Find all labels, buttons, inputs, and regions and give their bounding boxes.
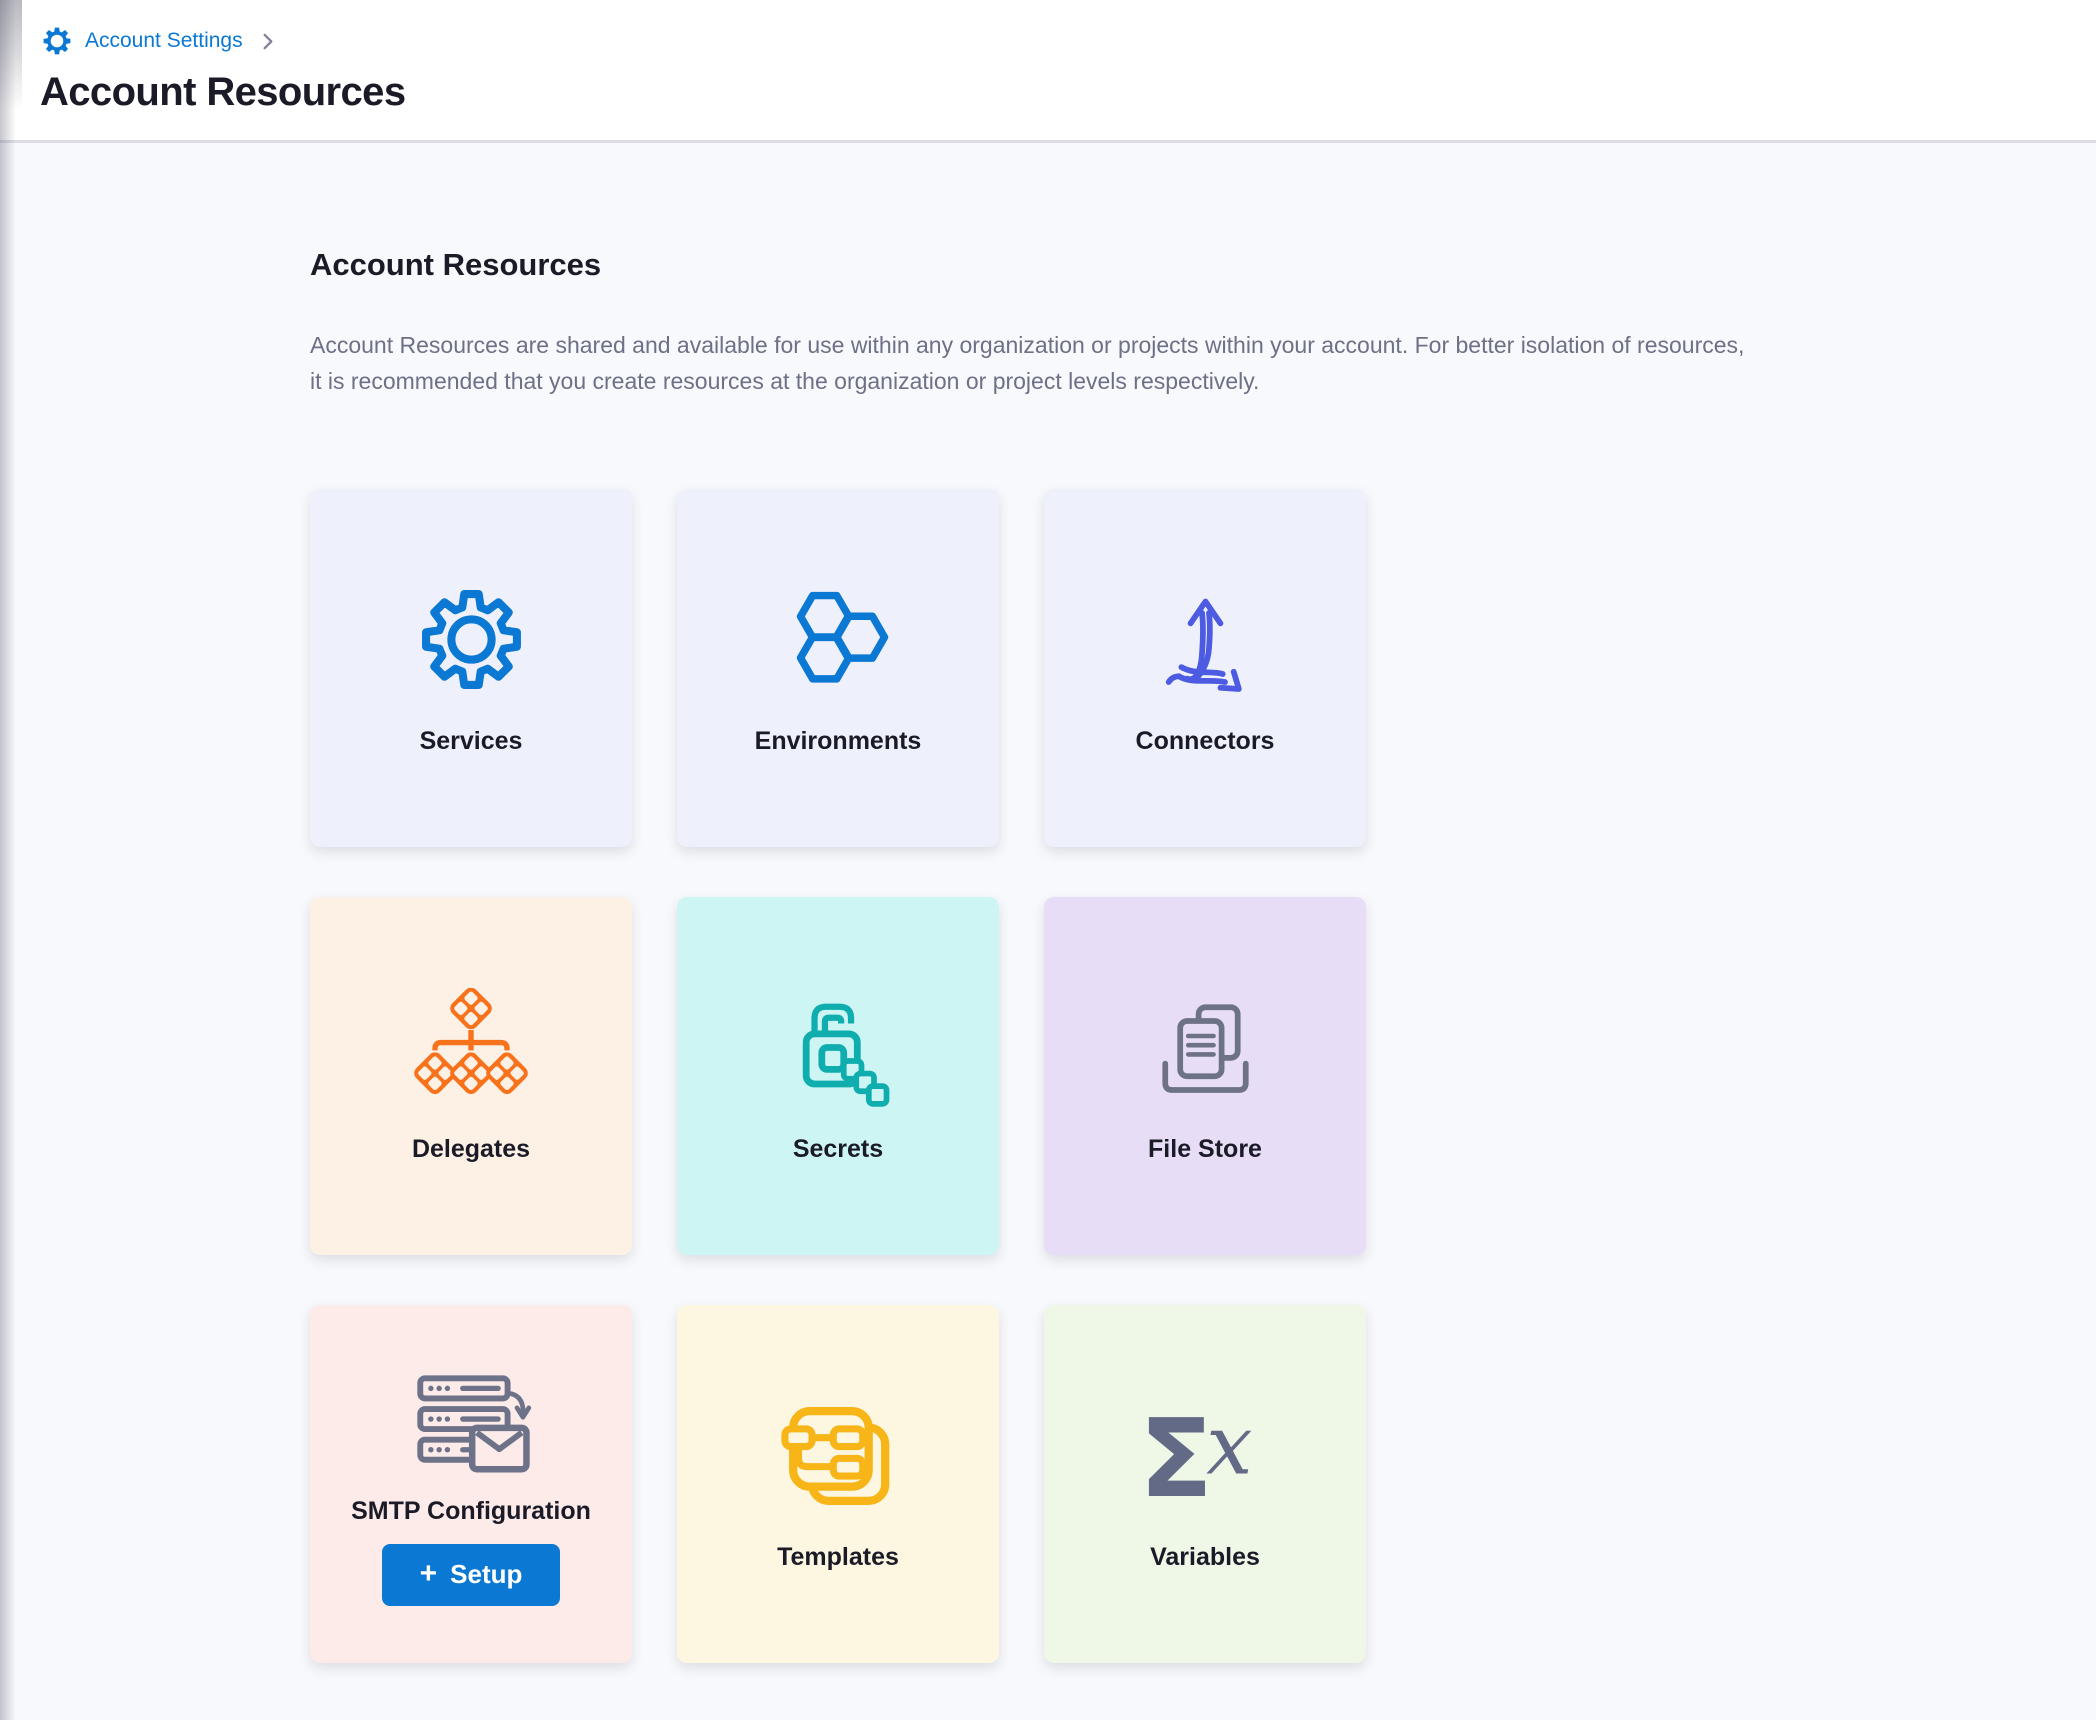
card-templates[interactable]: Templates — [677, 1305, 999, 1663]
delegates-hierarchy-icon — [411, 989, 531, 1107]
breadcrumb-label: Account Settings — [85, 29, 243, 53]
card-label: Variables — [1150, 1543, 1260, 1572]
card-label: Services — [420, 727, 523, 756]
services-gear-icon — [414, 581, 529, 699]
svg-text:x: x — [1206, 1398, 1252, 1493]
card-label: Environments — [755, 727, 922, 756]
card-smtp-configuration[interactable]: SMTP Configuration + Setup — [310, 1305, 632, 1663]
variables-sigma-icon: Σ x — [1132, 1397, 1279, 1515]
card-environments[interactable]: Environments — [677, 489, 999, 847]
templates-pages-icon — [779, 1397, 897, 1515]
svg-text:Σ: Σ — [1139, 1397, 1213, 1515]
card-label: SMTP Configuration — [351, 1497, 591, 1526]
smtp-setup-button[interactable]: + Setup — [382, 1544, 561, 1606]
card-label: File Store — [1148, 1135, 1262, 1164]
section-description: Account Resources are shared and availab… — [310, 327, 1755, 399]
chevron-right-icon — [256, 30, 279, 53]
card-secrets[interactable]: Secrets — [677, 897, 999, 1255]
card-label: Delegates — [412, 1135, 530, 1164]
section-title: Account Resources — [310, 247, 2096, 283]
page-title: Account Resources — [40, 70, 2096, 115]
plus-icon: + — [420, 1559, 438, 1589]
connectors-arrows-icon — [1148, 581, 1263, 699]
breadcrumb: Account Settings — [40, 24, 2096, 58]
resource-card-grid: Services Environments — [310, 489, 2096, 1663]
setup-button-label: Setup — [450, 1559, 522, 1590]
card-connectors[interactable]: Connectors — [1044, 489, 1366, 847]
card-label: Secrets — [793, 1135, 883, 1164]
environments-hexagons-icon — [781, 581, 896, 699]
main-content: Account Resources Account Resources are … — [0, 143, 2096, 1663]
card-file-store[interactable]: File Store — [1044, 897, 1366, 1255]
secrets-lock-chain-icon — [778, 989, 898, 1107]
card-variables[interactable]: Σ x Variables — [1044, 1305, 1366, 1663]
breadcrumb-link-account-settings[interactable]: Account Settings — [40, 24, 243, 58]
card-delegates[interactable]: Delegates — [310, 897, 632, 1255]
gear-icon — [40, 24, 74, 58]
card-label: Connectors — [1136, 727, 1275, 756]
page-header: Account Settings Account Resources — [0, 0, 2096, 143]
file-store-documents-icon — [1148, 989, 1263, 1107]
card-label: Templates — [777, 1543, 899, 1572]
card-services[interactable]: Services — [310, 489, 632, 847]
smtp-server-mail-icon — [406, 1363, 536, 1481]
